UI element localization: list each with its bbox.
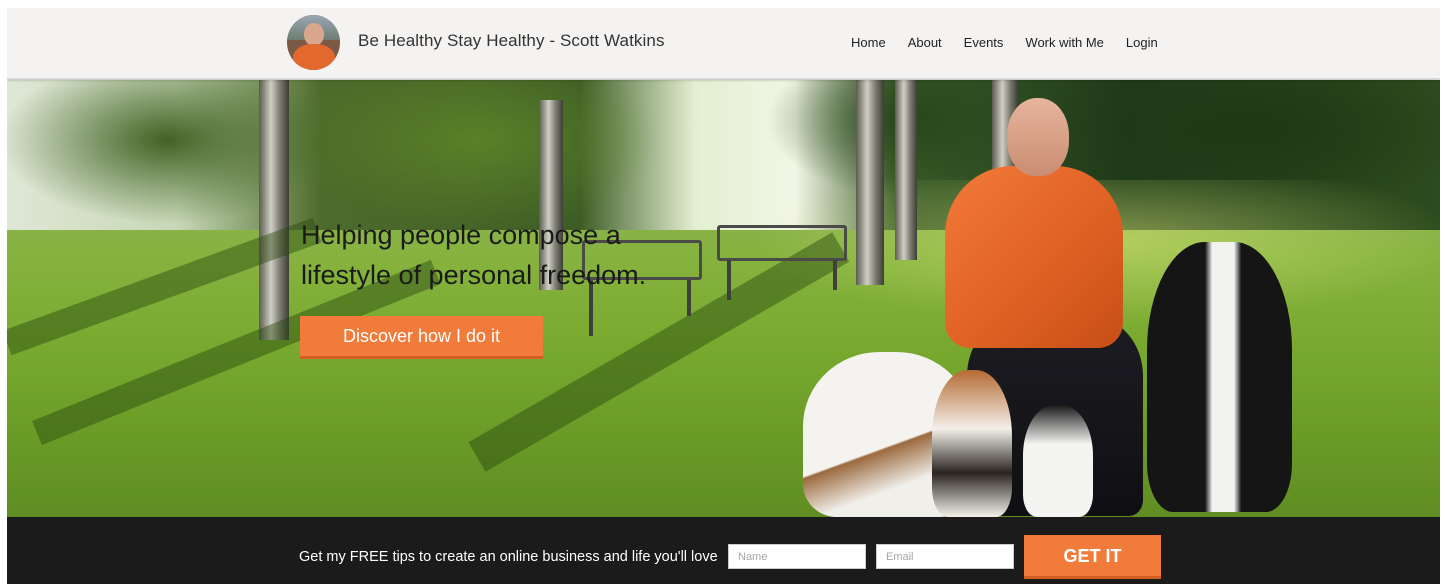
tree-trunk [856,80,884,285]
bench-leg [727,260,731,300]
email-field[interactable] [876,544,1014,569]
name-field[interactable] [728,544,866,569]
bench-leg [833,260,837,290]
dog-small-white [1023,405,1093,517]
site-header: Be Healthy Stay Healthy - Scott Watkins … [7,8,1440,79]
site-title[interactable]: Be Healthy Stay Healthy - Scott Watkins [358,31,665,51]
optin-text: Get my FREE tips to create an online bus… [299,549,718,565]
optin-bar: Get my FREE tips to create an online bus… [7,517,1440,584]
tree-trunk [259,80,289,340]
hero-headline: Helping people compose a lifestyle of pe… [301,215,721,295]
nav-about[interactable]: About [908,35,942,50]
hero-section: Helping people compose a lifestyle of pe… [7,80,1440,517]
dog-beagle [932,370,1012,517]
nav-work-with-me[interactable]: Work with Me [1025,35,1104,50]
nav-home[interactable]: Home [851,35,886,50]
avatar[interactable] [287,15,340,70]
nav-events[interactable]: Events [964,35,1004,50]
get-it-button[interactable]: GET IT [1024,535,1161,579]
person-head [1007,98,1069,176]
main-nav: Home About Events Work with Me Login [851,35,1180,50]
hero-headline-line-1: Helping people compose a [301,220,621,250]
avatar-shirt [293,44,335,70]
nav-login[interactable]: Login [1126,35,1158,50]
park-bench [717,225,847,261]
page: Be Healthy Stay Healthy - Scott Watkins … [7,8,1440,584]
dog-great-dane [1147,242,1292,512]
person-shirt [945,166,1123,348]
discover-button[interactable]: Discover how I do it [300,316,543,359]
tree-trunk [895,80,917,260]
avatar-face [304,23,324,46]
hero-headline-line-2: lifestyle of personal freedom. [301,260,647,290]
